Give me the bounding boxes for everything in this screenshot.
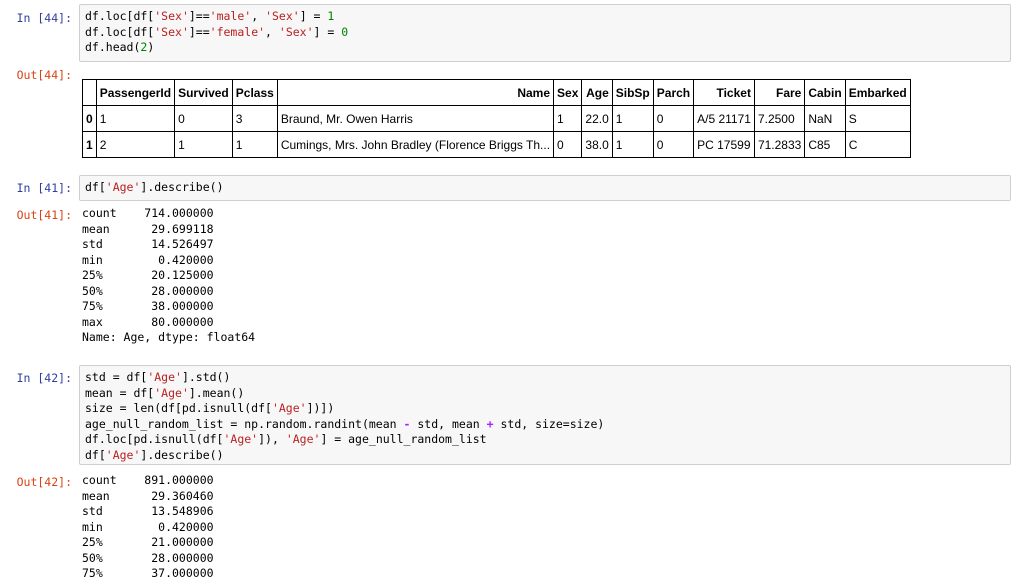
output-line: mean 29.699118 (82, 221, 214, 236)
table-cell: 38.0 (581, 131, 613, 158)
in-prompt-41: In [41]: (16, 181, 72, 195)
column-header: SibSp (611, 79, 654, 106)
output-41: count 714.000000 mean 29.699118 std 14.526… (82, 206, 255, 346)
table-cell: 7.2500 (753, 105, 806, 132)
table-cell: Cumings, Mrs. John Bradley (Florence Bri… (276, 131, 555, 158)
code-line: df['Age'].describe() (85, 180, 224, 194)
code-line: df.head(2) (85, 40, 155, 54)
table-cell: 1 (174, 131, 233, 158)
output-line: 50% 28.000000 (82, 550, 214, 565)
table-cell: 0 (652, 131, 695, 158)
output-line: Name: Age, dtype: float64 (82, 330, 256, 344)
code-line: df['Age'].describe() (85, 447, 224, 462)
output-line: 25% 20.125000 (82, 268, 214, 282)
output-line: min 0.420000 (82, 252, 214, 267)
table-cell: PC 17599 (693, 131, 755, 158)
output-line: min 0.420000 (82, 519, 214, 534)
table-cell: S (844, 105, 911, 132)
column-header: Parch (652, 79, 695, 106)
code-line: df.loc[df['Sex']=='female', 'Sex'] = 0 (85, 24, 349, 39)
row-index: 1 (82, 131, 97, 158)
code-line: df.loc[pd.isnull(df['Age']), 'Age'] = ag… (85, 432, 487, 446)
output-line: count 714.000000 (82, 206, 214, 220)
code-line: mean = df['Age'].mean() (85, 385, 245, 400)
column-header: Ticket (693, 79, 755, 106)
table-cell: 71.2833 (753, 131, 806, 158)
output-42: count 891.000000 mean 29.360460 std 13.548… (82, 473, 214, 582)
table-cell: 0 (553, 131, 583, 158)
table-cell: 1 (611, 105, 654, 132)
table-row: 1 2 1 1 Cumings, Mrs. John Bradley (Florence… (82, 131, 911, 158)
output-line: std 13.548906 (82, 504, 214, 518)
out-prompt-42: Out[42]: (16, 475, 72, 489)
row-index: 0 (82, 105, 97, 132)
code-line: age_null_random_list = np.random.randint… (85, 416, 605, 431)
table-cell: NaN (804, 105, 846, 132)
output-line: mean 29.360460 (82, 488, 214, 503)
table-cell: 3 (231, 105, 278, 132)
table-cell: 0 (652, 105, 695, 132)
column-header: Age (581, 79, 613, 106)
output-line: max 80.000000 (82, 314, 214, 329)
column-header: Pclass (231, 79, 278, 106)
table-cell: 1 (611, 131, 654, 158)
column-header: Survived (174, 79, 233, 106)
output-line: 75% 37.000000 (82, 566, 214, 580)
in-prompt-42: In [42]: (16, 371, 72, 385)
code-cell-44[interactable]: df.loc[df['Sex']=='male', 'Sex'] = 1 df.l… (79, 4, 1011, 62)
in-prompt-44: In [44]: (16, 11, 72, 25)
code-line: size = len(df[pd.isnull(df['Age'])]) (85, 401, 335, 415)
table-cell: C85 (804, 131, 846, 158)
column-header: Sex (553, 79, 583, 106)
table-cell: 2 (95, 131, 176, 158)
output-line: 75% 38.000000 (82, 299, 214, 313)
table-cell: 1 (95, 105, 176, 132)
code-cell-42[interactable]: std = df['Age'].std() mean = df['Age'].me… (79, 365, 1011, 465)
dataframe-table: PassengerId Survived Pclass Name Sex Age SibSp… (82, 79, 911, 158)
column-header: Embarked (844, 79, 911, 106)
out-prompt-41: Out[41]: (16, 208, 72, 222)
code-cell-41[interactable]: df['Age'].describe() (79, 175, 1011, 201)
column-header: PassengerId (95, 79, 176, 106)
output-line: count 891.000000 (82, 473, 214, 487)
code-line: df.loc[df['Sex']=='male', 'Sex'] = 1 (85, 9, 335, 23)
index-header (82, 79, 97, 106)
column-header: Fare (753, 79, 806, 106)
code-line: std = df['Age'].std() (85, 370, 231, 384)
table-cell: 1 (553, 105, 583, 132)
out-prompt-44: Out[44]: (16, 68, 72, 82)
output-line: std 14.526497 (82, 237, 214, 251)
table-header-row: PassengerId Survived Pclass Name Sex Age SibSp… (82, 79, 911, 106)
output-line: 25% 21.000000 (82, 535, 214, 549)
table-cell: 0 (174, 105, 233, 132)
table-cell: 1 (231, 131, 278, 158)
table-cell: C (844, 131, 911, 158)
table-cell: A/5 21171 (693, 105, 755, 132)
column-header: Cabin (804, 79, 846, 106)
table-cell: 22.0 (581, 105, 613, 132)
table-cell: Braund, Mr. Owen Harris (276, 105, 555, 132)
output-line: 50% 28.000000 (82, 283, 214, 298)
column-header: Name (276, 79, 555, 106)
table-row: 0 1 0 3 Braund, Mr. Owen Harris 1 22.0 1 0 A/5 21… (82, 105, 911, 132)
